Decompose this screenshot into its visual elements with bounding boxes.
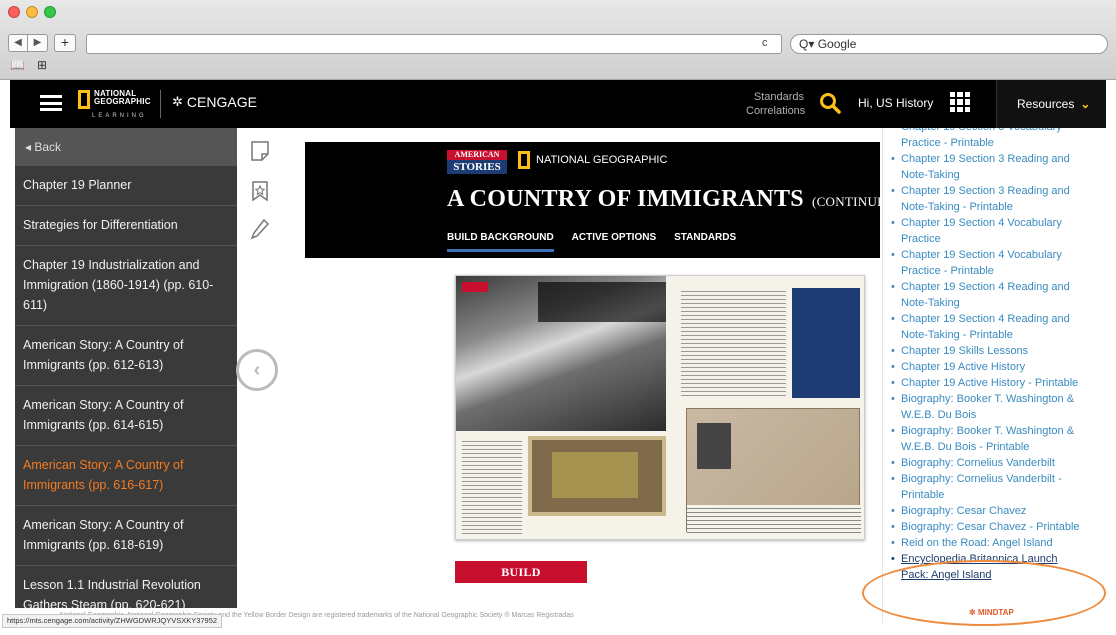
resource-link[interactable]: Chapter 19 Active History - Printable (891, 375, 1087, 391)
resource-link[interactable]: Chapter 19 Section 4 Vocabulary Practice… (891, 247, 1087, 279)
top-sites-icon[interactable]: ⊞ (37, 58, 47, 72)
resources-panel: Chapter 19 Section 3 Vocabulary Practice… (882, 128, 1088, 623)
resource-link[interactable]: Chapter 19 Section 3 Vocabulary Practice… (891, 128, 1087, 151)
questions-box (792, 288, 860, 398)
highlight-annotation (862, 560, 1106, 626)
chapter-sidebar: ◂ Back Chapter 19 Planner Strategies for… (15, 128, 237, 608)
status-bar-url: https://mts.cengage.com/activity/ZHWGDWR… (2, 614, 223, 628)
sidebar-item[interactable]: American Story: A Country of Immigrants … (15, 386, 237, 446)
photo-caption (538, 282, 666, 322)
resource-link[interactable]: Chapter 19 Active History (891, 359, 1087, 375)
history-nav: ◀ ▶ (8, 34, 48, 52)
zoom-window-button[interactable] (44, 6, 56, 18)
resource-link[interactable]: Biography: Cesar Chavez (891, 503, 1087, 519)
search-icon[interactable] (818, 91, 842, 115)
book-spread-image[interactable] (455, 275, 865, 540)
mini-badge (462, 282, 488, 292)
resource-link[interactable]: Chapter 19 Section 4 Vocabulary Practice (891, 215, 1087, 247)
column-text (462, 438, 522, 534)
sidebar-item[interactable]: American Story: A Country of Immigrants … (15, 326, 237, 386)
back-button[interactable]: ◂ Back (15, 128, 237, 166)
resources-label: Resources (1017, 97, 1075, 111)
back-arrow-icon[interactable]: ◀ (8, 34, 28, 52)
resource-link[interactable]: Biography: Cesar Chavez - Printable (891, 519, 1087, 535)
resource-link[interactable]: Chapter 19 Section 3 Reading and Note-Ta… (891, 151, 1087, 183)
sidebar-item[interactable]: Chapter 19 Industrialization and Immigra… (15, 246, 237, 326)
resource-link[interactable]: Chapter 19 Section 4 Reading and Note-Ta… (891, 311, 1087, 343)
lesson-header: AMERICAN STORIES NATIONAL GEOGRAPHIC A C… (305, 142, 880, 258)
lesson-tabs: BUILD BACKGROUND ACTIVE OPTIONS STANDARD… (447, 232, 736, 252)
resource-link[interactable]: Reid on the Road: Angel Island (891, 535, 1087, 551)
cengage-logo: ✲ CENGAGE (172, 94, 257, 110)
note-icon[interactable] (250, 140, 270, 162)
reload-icon[interactable]: c (762, 37, 768, 49)
resource-link[interactable]: Chapter 19 Skills Lessons (891, 343, 1087, 359)
logo-divider (160, 90, 161, 118)
american-stories-badge: AMERICAN STORIES (447, 150, 507, 174)
tab-standards[interactable]: STANDARDS (674, 232, 736, 252)
sidebar-item[interactable]: Chapter 19 Planner (15, 166, 237, 206)
browser-search-input[interactable]: Q▾ Google (790, 34, 1108, 54)
close-window-button[interactable] (8, 6, 20, 18)
national-geographic-logo[interactable]: NATIONAL GEOGRAPHIC (78, 90, 151, 109)
page-title: A COUNTRY OF IMMIGRANTS(CONTINUED) (447, 186, 880, 213)
window-controls (8, 6, 56, 18)
resource-link[interactable]: Biography: Booker T. Washington & W.E.B.… (891, 423, 1087, 455)
resource-link[interactable]: Chapter 19 Section 4 Reading and Note-Ta… (891, 279, 1087, 311)
new-tab-button[interactable]: + (54, 34, 76, 52)
resource-link[interactable]: Biography: Booker T. Washington & W.E.B.… (891, 391, 1087, 423)
sidebar-item[interactable]: American Story: A Country of Immigrants … (15, 506, 237, 566)
title-suffix: (CONTINUED) (811, 194, 880, 209)
standards-correlations-link[interactable]: Standards Correlations (746, 90, 805, 118)
document-caption (687, 505, 861, 533)
tab-active-options[interactable]: ACTIVE OPTIONS (572, 232, 656, 252)
brand-line2: GEOGRAPHIC (94, 97, 151, 106)
cengage-icon: ✲ (172, 94, 183, 109)
tab-build-background[interactable]: BUILD BACKGROUND (447, 232, 554, 252)
pencil-icon[interactable] (250, 218, 270, 240)
resource-link[interactable]: Chapter 19 Section 3 Reading and Note-Ta… (891, 183, 1087, 215)
resource-link[interactable]: Biography: Cornelius Vanderbilt - Printa… (891, 471, 1087, 503)
app-header: NATIONAL GEOGRAPHIC LEARNING ✲ CENGAGE S… (10, 80, 1106, 128)
portrait-photo (697, 423, 731, 469)
reading-list-icon[interactable]: 📖 (10, 58, 25, 72)
cengage-label: CENGAGE (186, 94, 257, 110)
carved-wall-photo (528, 436, 666, 516)
ng-header-logo: NATIONAL GEOGRAPHIC (518, 151, 667, 169)
sidebar-item[interactable]: Lesson 1.1 Industrial Revolution Gathers… (15, 566, 237, 608)
bookmark-star-icon[interactable] (250, 180, 270, 202)
browser-chrome: ◀ ▶ + c Q▾ Google 📖 ⊞ (0, 0, 1116, 80)
chevron-down-icon: ⌄ (1080, 97, 1091, 111)
user-greeting[interactable]: Hi, US History (858, 96, 933, 110)
bookmarks-bar: 📖 ⊞ (10, 58, 47, 72)
yellow-border-icon (78, 90, 90, 109)
sidebar-item-active[interactable]: American Story: A Country of Immigrants … (15, 446, 237, 506)
sidebar-item[interactable]: Strategies for Differentiation (15, 206, 237, 246)
address-bar[interactable] (86, 34, 782, 54)
resource-link[interactable]: Biography: Cornelius Vanderbilt (891, 455, 1087, 471)
resource-list: Chapter 19 Section 3 Vocabulary Practice… (891, 128, 1087, 583)
immigration-document-photo (686, 408, 861, 533)
minimize-window-button[interactable] (26, 6, 38, 18)
back-chevron-icon: ◂ (25, 140, 35, 154)
yellow-border-icon (518, 151, 530, 169)
previous-page-button[interactable]: ‹ (236, 349, 278, 391)
build-background-button[interactable]: BUILD BACKGROUND (455, 561, 587, 601)
column-text (681, 288, 786, 398)
apps-grid-icon[interactable] (950, 92, 970, 112)
brand-sub: LEARNING (92, 113, 147, 119)
resources-dropdown[interactable]: Resources ⌄ (996, 80, 1106, 128)
menu-icon[interactable] (40, 95, 62, 111)
forward-arrow-icon[interactable]: ▶ (28, 34, 48, 52)
